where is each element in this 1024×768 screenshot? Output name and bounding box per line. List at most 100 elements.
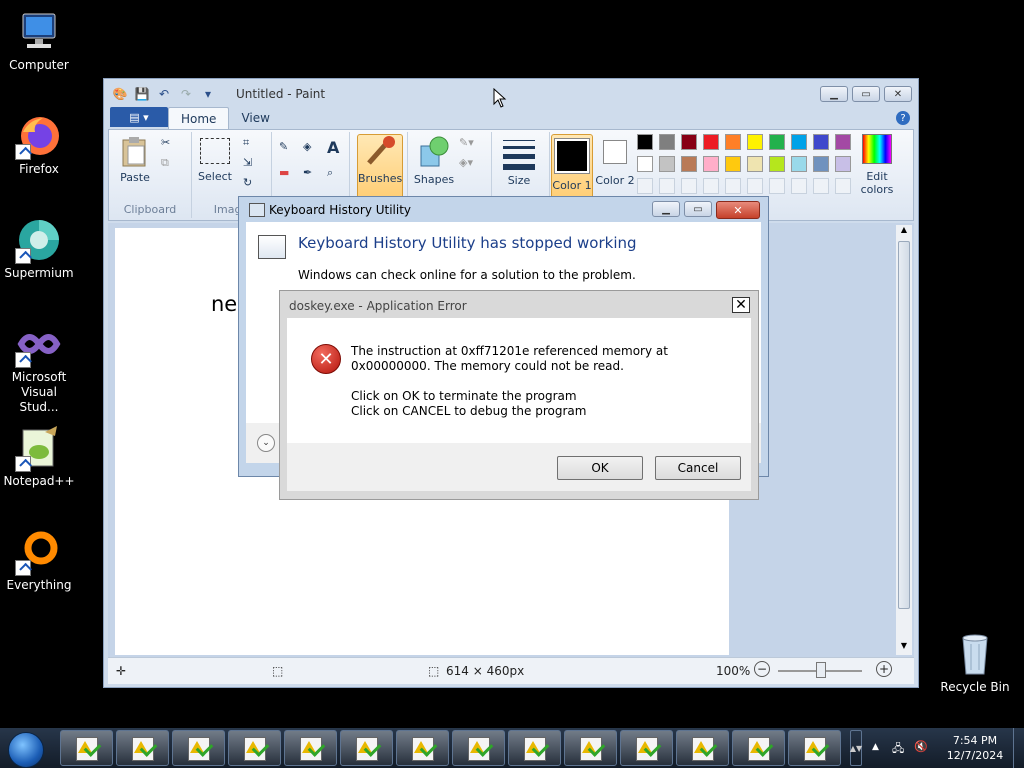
palette-swatch[interactable] [681, 156, 697, 172]
palette-swatch[interactable] [769, 156, 785, 172]
taskbar-item[interactable] [396, 730, 449, 766]
magnifier-icon[interactable]: ⌕ [327, 166, 333, 180]
color2-button[interactable]: Color 2 [595, 134, 635, 187]
taskbar-item[interactable] [508, 730, 561, 766]
palette-swatch-empty[interactable] [769, 178, 785, 194]
scroll-up-icon[interactable]: ▲ [896, 225, 912, 239]
network-icon[interactable]: 🖧 [892, 740, 904, 759]
vertical-scrollbar[interactable]: ▲ ▼ [896, 225, 912, 655]
fill-icon[interactable]: ◈ [303, 140, 311, 153]
show-details-chevron-icon[interactable]: ⌄ [257, 434, 275, 452]
taskbar-item[interactable] [620, 730, 673, 766]
palette-swatch[interactable] [791, 134, 807, 150]
help-icon[interactable]: ? [896, 111, 910, 125]
eraser-icon[interactable]: ▬ [279, 166, 289, 179]
tab-view[interactable]: View [229, 107, 281, 128]
select-button[interactable]: Select [195, 136, 235, 183]
size-button[interactable]: Size [499, 136, 539, 187]
paint-app-icon[interactable]: 🎨 [112, 86, 128, 102]
fill-shape-icon[interactable]: ◈▾ [459, 156, 473, 169]
palette-swatch-empty[interactable] [703, 178, 719, 194]
palette-swatch[interactable] [703, 134, 719, 150]
palette-swatch[interactable] [813, 156, 829, 172]
palette-swatch-empty[interactable] [637, 178, 653, 194]
palette-swatch[interactable] [791, 156, 807, 172]
desktop-icon-recycle-bin[interactable]: Recycle Bin [938, 630, 1012, 695]
desktop-icon-supermium[interactable]: Supermium [2, 216, 76, 281]
minimize-button[interactable]: ▁ [820, 86, 848, 102]
taskbar-item[interactable] [340, 730, 393, 766]
undo-icon[interactable]: ↶ [156, 86, 172, 102]
palette-swatch[interactable] [747, 134, 763, 150]
taskbar-item[interactable] [564, 730, 617, 766]
volume-muted-icon[interactable]: 🔇 [914, 740, 928, 753]
paste-button[interactable]: Paste [115, 136, 155, 184]
palette-swatch-empty[interactable] [835, 178, 851, 194]
paint-titlebar[interactable]: 🎨 💾 ↶ ↷ ▾ Untitled - Paint ▁ ▭ ✕ [104, 79, 918, 109]
ok-button[interactable]: OK [557, 456, 643, 480]
scroll-down-icon[interactable]: ▼ [896, 641, 912, 655]
palette-swatch-empty[interactable] [725, 178, 741, 194]
desktop-icon-everything[interactable]: Everything [2, 528, 76, 593]
palette-swatch[interactable] [725, 156, 741, 172]
desktop-icon-computer[interactable]: Computer [2, 8, 76, 73]
error-close-button[interactable]: ✕ [732, 297, 750, 313]
color-picker-icon[interactable]: ✒ [303, 166, 312, 179]
desktop-icon-firefox[interactable]: Firefox [2, 112, 76, 177]
text-icon[interactable]: A [327, 138, 339, 157]
palette-swatch[interactable] [813, 134, 829, 150]
palette-swatch[interactable] [703, 156, 719, 172]
palette-swatch-empty[interactable] [791, 178, 807, 194]
taskbar-item[interactable] [732, 730, 785, 766]
copy-icon[interactable]: ⧉ [161, 156, 169, 170]
maximize-button[interactable]: ▭ [852, 86, 880, 102]
taskbar-item[interactable] [228, 730, 281, 766]
save-icon[interactable]: 💾 [134, 86, 150, 102]
rotate-icon[interactable]: ↻ [243, 176, 252, 189]
cut-icon[interactable]: ✂ [161, 136, 170, 149]
taskbar-item[interactable] [60, 730, 113, 766]
taskbar-item[interactable] [676, 730, 729, 766]
palette-swatch[interactable] [681, 134, 697, 150]
palette-swatch[interactable] [725, 134, 741, 150]
customize-toolbar-icon[interactable]: ▾ [200, 86, 216, 102]
scrollbar-thumb[interactable] [898, 241, 910, 609]
redo-icon[interactable]: ↷ [178, 86, 194, 102]
show-hidden-icons-button[interactable]: ▲ [872, 742, 879, 752]
desktop-icon-visual-studio[interactable]: Microsoft Visual Stud... [2, 320, 76, 415]
khu-titlebar[interactable]: Keyboard History Utility ▁ ▭ ✕ [239, 197, 768, 222]
start-button[interactable] [2, 730, 48, 768]
edit-colors-button[interactable]: Edit colors [853, 134, 901, 196]
palette-swatch-empty[interactable] [747, 178, 763, 194]
palette-swatch[interactable] [637, 134, 653, 150]
khu-close-button[interactable]: ✕ [716, 201, 760, 219]
palette-swatch[interactable] [835, 134, 851, 150]
khu-minimize-button[interactable]: ▁ [652, 201, 680, 217]
zoom-out-button[interactable]: − [754, 661, 770, 677]
palette-swatch[interactable] [747, 156, 763, 172]
zoom-slider-thumb[interactable] [816, 662, 826, 678]
taskbar-item[interactable] [788, 730, 841, 766]
taskbar-item[interactable] [284, 730, 337, 766]
pencil-icon[interactable]: ✎ [279, 140, 288, 153]
taskbar-scroll-button[interactable]: ▲▼ [850, 730, 862, 766]
palette-swatch-empty[interactable] [681, 178, 697, 194]
close-button[interactable]: ✕ [884, 86, 912, 102]
palette-swatch[interactable] [769, 134, 785, 150]
palette-swatch[interactable] [637, 156, 653, 172]
taskbar-item[interactable] [116, 730, 169, 766]
desktop-icon-notepadpp[interactable]: Notepad++ [2, 424, 76, 489]
taskbar-item[interactable] [452, 730, 505, 766]
file-menu-button[interactable]: ▤ ▾ [110, 107, 168, 127]
palette-swatch-empty[interactable] [659, 178, 675, 194]
palette-swatch[interactable] [659, 134, 675, 150]
palette-swatch[interactable] [659, 156, 675, 172]
taskbar-item[interactable] [172, 730, 225, 766]
cancel-button[interactable]: Cancel [655, 456, 741, 480]
crop-icon[interactable]: ⌗ [243, 136, 249, 150]
resize-icon[interactable]: ⇲ [243, 156, 252, 169]
palette-swatch-empty[interactable] [813, 178, 829, 194]
error-titlebar[interactable]: doskey.exe - Application Error ✕ [280, 291, 758, 319]
outline-icon[interactable]: ✎▾ [459, 136, 474, 149]
khu-maximize-button[interactable]: ▭ [684, 201, 712, 217]
